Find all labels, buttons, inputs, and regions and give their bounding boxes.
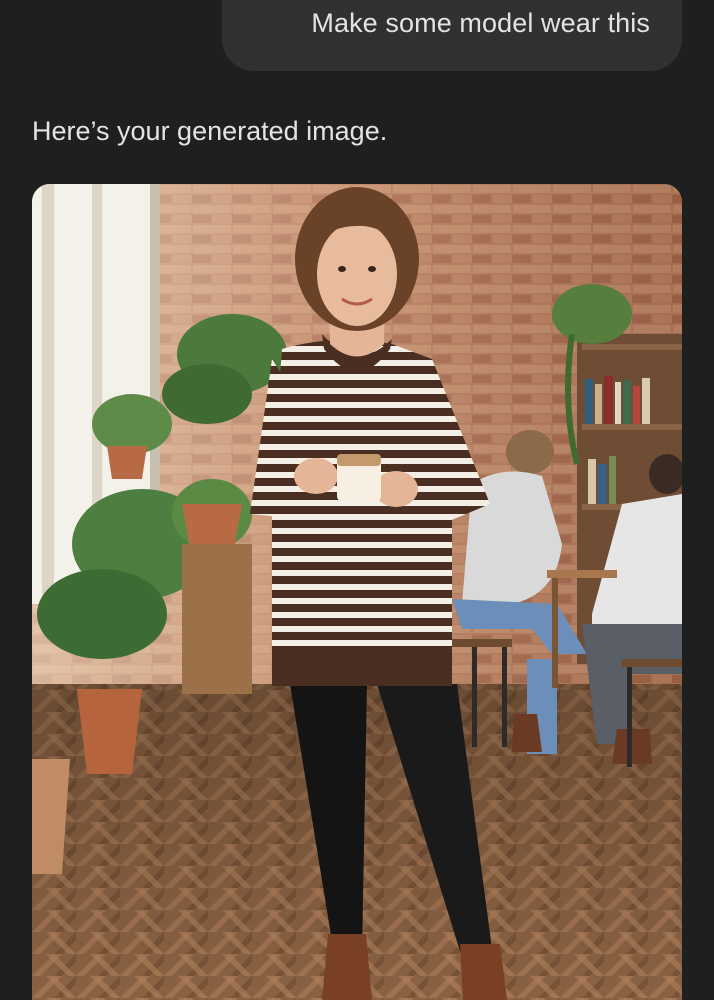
generated-image[interactable] [32,184,682,1000]
assistant-reply-text: Here’s your generated image. [32,116,388,146]
chat-screen: Make some model wear this Here’s your ge… [0,0,714,1000]
generated-image-illustration [32,184,682,1000]
user-message-text: Make some model wear this [311,8,650,38]
user-message-bubble: Make some model wear this [222,0,682,71]
